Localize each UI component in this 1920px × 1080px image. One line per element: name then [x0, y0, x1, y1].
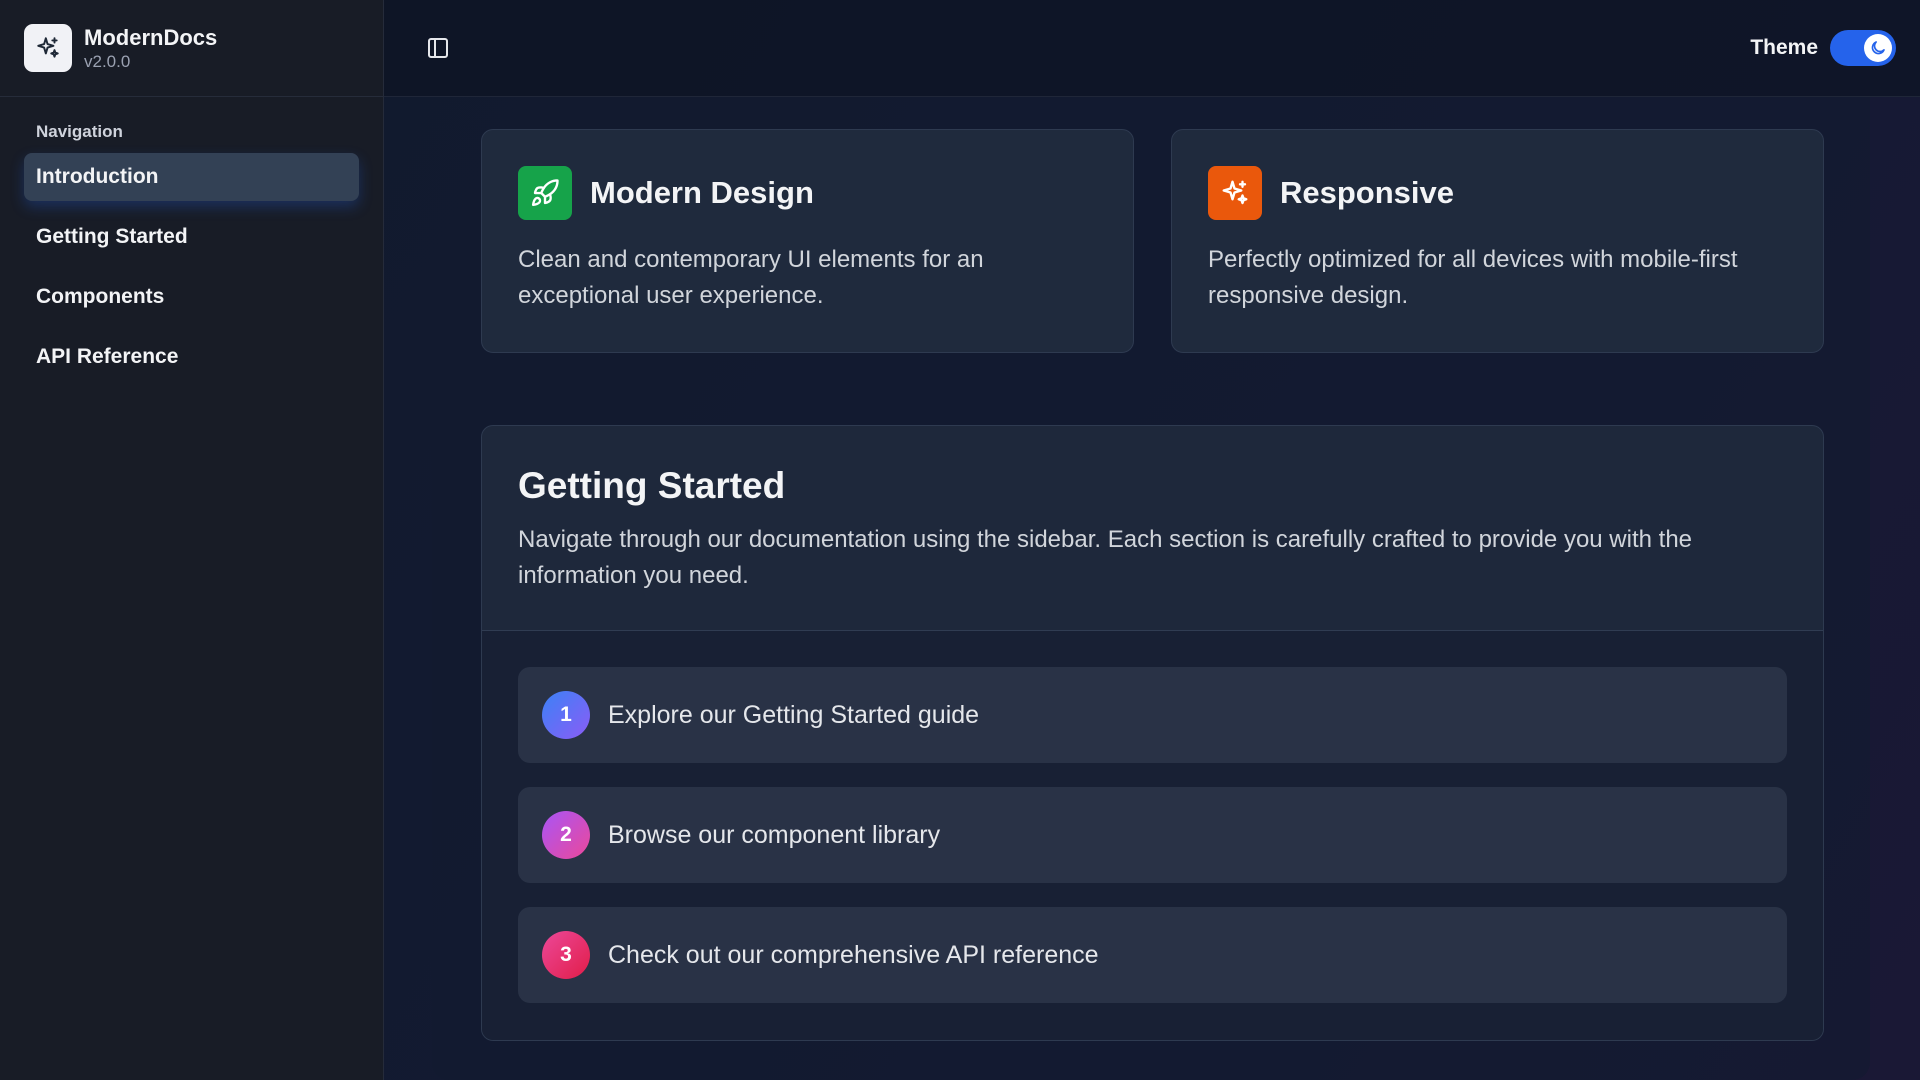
topbar: Theme [384, 0, 1920, 97]
toggle-knob [1864, 34, 1892, 62]
rocket-icon [518, 166, 572, 220]
moon-icon [1871, 41, 1885, 55]
brand: ModernDocs v2.0.0 [0, 0, 383, 97]
app-root: ModernDocs v2.0.0 Navigation Introductio… [0, 0, 1920, 1080]
getting-started-title: Getting Started [518, 465, 786, 506]
sidebar-nav: Navigation Introduction Getting Started … [0, 97, 383, 417]
sidebar-item-api-reference[interactable]: API Reference [24, 333, 359, 381]
getting-started-header: Getting Started Navigate through our doc… [482, 426, 1823, 631]
feature-cards: Modern Design Clean and contemporary UI … [481, 129, 1824, 353]
feature-head: Responsive [1208, 166, 1787, 220]
theme-label: Theme [1750, 36, 1818, 59]
step-text: Browse our component library [608, 820, 941, 849]
theme-toggle[interactable] [1830, 30, 1896, 66]
feature-title: Modern Design [590, 175, 814, 210]
sparkles-icon [1208, 166, 1262, 220]
nav-heading: Navigation [36, 122, 123, 141]
feature-card-modern-design: Modern Design Clean and contemporary UI … [481, 129, 1134, 353]
step-text: Check out our comprehensive API referenc… [608, 940, 1099, 969]
sidebar-item-introduction[interactable]: Introduction [24, 153, 359, 201]
step-number-badge: 2 [542, 811, 590, 859]
sidebar-item-components[interactable]: Components [24, 273, 359, 321]
theme-control: Theme [1750, 30, 1896, 66]
step-api-reference[interactable]: 3 Check out our comprehensive API refere… [518, 907, 1787, 1003]
brand-text: ModernDocs v2.0.0 [84, 25, 217, 72]
step-number-badge: 3 [542, 931, 590, 979]
feature-description: Perfectly optimized for all devices with… [1208, 246, 1738, 309]
step-text: Explore our Getting Started guide [608, 700, 980, 729]
sidebar-item-getting-started[interactable]: Getting Started [24, 213, 359, 261]
sparkles-icon [24, 24, 72, 72]
feature-head: Modern Design [518, 166, 1097, 220]
feature-description: Clean and contemporary UI elements for a… [518, 246, 984, 309]
step-number-badge: 1 [542, 691, 590, 739]
sidebar: ModernDocs v2.0.0 Navigation Introductio… [0, 0, 384, 1080]
step-explore-guide[interactable]: 1 Explore our Getting Started guide [518, 667, 1787, 763]
main-area: Theme Modern Design Clean and contempora… [384, 0, 1920, 1080]
toggle-sidebar-button[interactable] [418, 28, 458, 68]
getting-started-description: Navigate through our documentation using… [518, 526, 1693, 589]
getting-started-card: Getting Started Navigate through our doc… [481, 425, 1824, 1041]
getting-started-steps: 1 Explore our Getting Started guide 2 Br… [482, 631, 1823, 1040]
brand-name: ModernDocs [84, 24, 218, 50]
step-browse-components[interactable]: 2 Browse our component library [518, 787, 1787, 883]
brand-version: v2.0.0 [84, 51, 131, 71]
feature-card-responsive: Responsive Perfectly optimized for all d… [1171, 129, 1824, 353]
sidebar-panel-icon [428, 38, 448, 58]
feature-title: Responsive [1280, 175, 1455, 210]
